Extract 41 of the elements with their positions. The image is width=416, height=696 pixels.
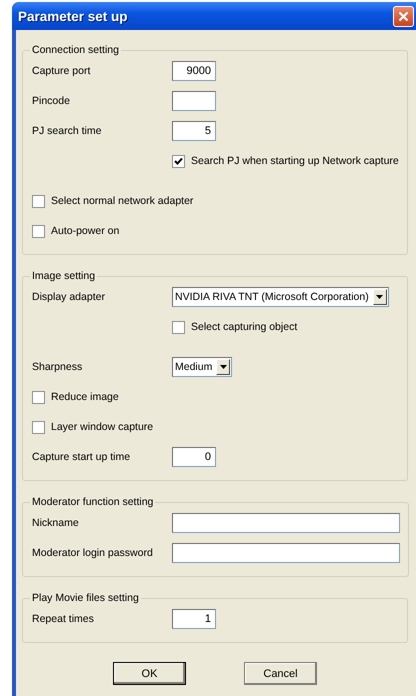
dialog-button[interactable]: OK bbox=[113, 662, 186, 685]
dialog-button[interactable]: Cancel bbox=[244, 662, 317, 685]
number-field[interactable]: 5 bbox=[172, 121, 216, 141]
checkbox-label[interactable]: Select normal network adapter bbox=[51, 195, 194, 207]
checkbox-label[interactable]: Search PJ when starting up Network capture bbox=[191, 155, 399, 167]
group-title: Image setting bbox=[31, 270, 96, 282]
field-label: Capture port bbox=[32, 65, 92, 77]
field-label: Sharpness bbox=[32, 361, 84, 373]
group-title: Play Movie files setting bbox=[31, 592, 140, 604]
group-title: Moderator function setting bbox=[31, 496, 154, 508]
number-field[interactable]: 0 bbox=[172, 447, 216, 467]
checkbox[interactable] bbox=[172, 154, 185, 168]
checkbox-label[interactable]: Auto-power on bbox=[51, 225, 120, 237]
field-label: Moderator login password bbox=[32, 547, 154, 559]
field-label: PJ search time bbox=[32, 125, 102, 137]
checkbox[interactable] bbox=[32, 224, 45, 238]
group-title: Connection setting bbox=[31, 44, 120, 56]
field-label: Display adapter bbox=[32, 291, 106, 303]
field-label: Capture start up time bbox=[32, 451, 132, 463]
dropdown-arrow-icon bbox=[220, 365, 227, 369]
close-icon bbox=[398, 10, 409, 22]
dropdown-arrow-icon bbox=[376, 295, 384, 299]
text-field[interactable] bbox=[172, 543, 400, 563]
field-label: Pincode bbox=[32, 95, 71, 107]
close-button[interactable] bbox=[393, 6, 414, 26]
dropdown[interactable]: Medium bbox=[172, 357, 232, 377]
checkbox-label[interactable]: Select capturing object bbox=[191, 321, 298, 333]
checkbox[interactable] bbox=[172, 320, 185, 334]
number-field[interactable] bbox=[172, 91, 216, 111]
checkbox[interactable] bbox=[32, 420, 45, 434]
checkbox[interactable] bbox=[32, 194, 45, 208]
window-title: Parameter set up bbox=[18, 8, 128, 24]
text-field[interactable] bbox=[172, 513, 400, 533]
checkbox-label[interactable]: Layer window capture bbox=[51, 421, 154, 433]
checkbox-label[interactable]: Reduce image bbox=[51, 391, 119, 403]
number-field[interactable]: 9000 bbox=[172, 61, 216, 81]
checkbox[interactable] bbox=[32, 390, 45, 404]
dropdown[interactable]: NVIDIA RIVA TNT (Microsoft Corporation) bbox=[172, 287, 389, 307]
number-field[interactable]: 1 bbox=[172, 609, 216, 629]
field-label: Nickname bbox=[32, 517, 80, 529]
field-label: Repeat times bbox=[32, 613, 95, 625]
